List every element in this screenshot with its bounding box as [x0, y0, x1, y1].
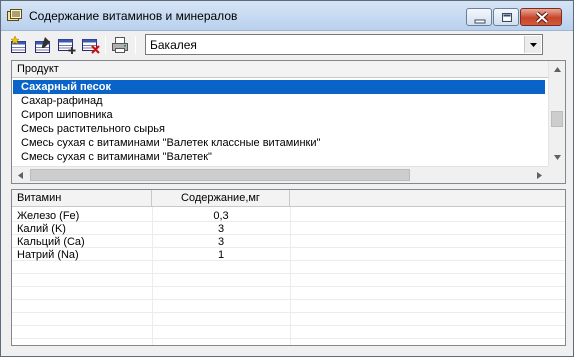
empty-table-row — [12, 314, 565, 326]
empty-table-row — [12, 288, 565, 300]
delete-record-icon — [82, 39, 100, 54]
vitamin-name: Натрий (Na) — [17, 249, 79, 261]
title-bar[interactable]: Содержание витаминов и минералов — [1, 1, 573, 31]
close-button[interactable] — [520, 8, 562, 26]
empty-table-row — [12, 327, 565, 339]
product-item[interactable]: Сахар-рафинад — [13, 94, 545, 108]
toolbar-separator — [105, 36, 106, 54]
category-select-value: Бакалея — [150, 38, 197, 52]
product-item[interactable]: Смесь сухая с витаминами "Валетек" — [13, 150, 545, 164]
table-row[interactable]: Калий (K) 3 — [12, 223, 565, 235]
vitamin-table: Витамин Содержание,мг Железо (Fe) 0,3 Ка… — [11, 189, 566, 346]
vitamin-content: 3 — [217, 236, 225, 248]
minimize-icon — [474, 19, 486, 24]
table-row[interactable]: Железо (Fe) 0,3 — [12, 210, 565, 222]
scroll-left-icon[interactable] — [12, 167, 29, 184]
scroll-corner — [548, 166, 565, 183]
empty-table-row — [12, 301, 565, 313]
edit-record-icon — [35, 37, 50, 53]
product-item[interactable]: Смесь растительного сырья — [13, 122, 545, 136]
scroll-up-icon[interactable] — [549, 61, 566, 78]
maximize-button[interactable] — [493, 8, 519, 26]
scroll-down-icon[interactable] — [549, 149, 566, 166]
close-icon — [535, 11, 549, 24]
scroll-thumb[interactable] — [551, 111, 563, 127]
add-record-icon — [10, 35, 26, 53]
vitamin-content: 1 — [217, 249, 225, 261]
add-row-icon — [58, 39, 76, 54]
scroll-thumb[interactable] — [30, 169, 410, 181]
vitamin-name: Калий (K) — [17, 223, 66, 235]
product-list: Продукт Сахарный песок Сахар-рафинад Сир… — [11, 60, 566, 184]
maximize-icon — [502, 13, 512, 22]
empty-table-row — [12, 262, 565, 274]
print-icon — [112, 37, 128, 53]
window-title: Содержание витаминов и минералов — [29, 9, 238, 23]
scroll-right-icon[interactable] — [531, 167, 548, 184]
column-header-vitamin[interactable]: Витамин — [12, 190, 152, 207]
table-row[interactable]: Натрий (Na) 1 — [12, 249, 565, 261]
toolbar: Бакалея — [7, 34, 567, 56]
vitamin-content: 0,3 — [213, 210, 229, 222]
database-icon — [7, 9, 23, 23]
empty-table-row — [12, 275, 565, 287]
add-record-button[interactable] — [9, 35, 29, 55]
product-item[interactable]: Сахарный песок — [13, 80, 545, 94]
product-list-vscrollbar[interactable] — [548, 61, 565, 166]
vitamin-table-header: Витамин Содержание,мг — [12, 190, 565, 207]
table-row[interactable]: Кальций (Ca) 3 — [12, 236, 565, 248]
vitamin-content: 3 — [217, 223, 225, 235]
chevron-down-icon[interactable] — [524, 36, 541, 53]
vitamin-name: Железо (Fe) — [17, 210, 80, 222]
product-list-header: Продукт — [12, 61, 548, 78]
print-button[interactable] — [110, 35, 130, 55]
delete-record-button[interactable] — [81, 35, 101, 55]
column-header-content[interactable]: Содержание,мг — [152, 190, 290, 207]
minimize-button[interactable] — [466, 8, 492, 26]
category-select[interactable]: Бакалея — [145, 34, 543, 55]
app-window: Содержание витаминов и минералов Бакалея… — [0, 0, 574, 357]
product-item[interactable]: Сироп шиповника — [13, 108, 545, 122]
toolbar-separator — [135, 36, 136, 54]
vitamin-name: Кальций (Ca) — [17, 236, 85, 248]
product-item[interactable]: Смесь сухая с витаминами "Валетек классн… — [13, 136, 545, 150]
add-row-button[interactable] — [57, 35, 77, 55]
product-list-hscrollbar[interactable] — [12, 166, 548, 183]
column-header-product[interactable]: Продукт — [12, 61, 548, 78]
edit-record-button[interactable] — [33, 35, 53, 55]
